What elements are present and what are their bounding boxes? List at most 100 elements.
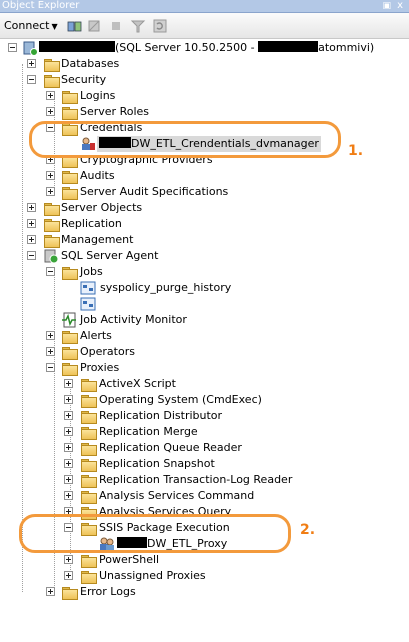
connect-label: Connect <box>4 19 50 32</box>
folder-icon <box>80 440 97 456</box>
tree-label: Server Objects <box>61 201 143 214</box>
annotation-label-1: 1. <box>348 143 364 159</box>
filter-icon[interactable] <box>130 18 146 34</box>
tree-label: Unassigned Proxies <box>99 569 206 582</box>
tree-node-jobs[interactable]: Jobs <box>0 264 409 280</box>
stop-icon[interactable] <box>108 18 124 34</box>
tree-label: Replication Snapshot <box>99 457 215 470</box>
tree-node-error-logs[interactable]: Error Logs <box>0 584 409 600</box>
tree-label: Databases <box>61 57 120 70</box>
folder-icon <box>43 232 60 248</box>
object-explorer-title-bar: Object Explorer ▣ x <box>0 0 409 13</box>
folder-icon <box>61 184 78 200</box>
folder-icon <box>80 472 97 488</box>
connect-db-icon[interactable] <box>66 18 82 34</box>
pin-icon[interactable]: ▣ <box>382 0 391 12</box>
tree-node-logins[interactable]: Logins <box>0 88 409 104</box>
tree-label: Alerts <box>80 329 112 342</box>
tree-label: Replication Queue Reader <box>99 441 242 454</box>
tree-label: SQL Server Agent <box>61 249 159 262</box>
tree-node-proxy-repl-queue[interactable]: Replication Queue Reader <box>0 440 409 456</box>
tree-label: ActiveX Script <box>99 377 176 390</box>
tree-node-replication[interactable]: Replication <box>0 216 409 232</box>
tree-node-server-roles[interactable]: Server Roles <box>0 104 409 120</box>
server-label: (SQL Server 10.50.2500 - <box>115 41 259 54</box>
activity-monitor-icon <box>62 312 76 328</box>
folder-icon <box>80 408 97 424</box>
folder-icon <box>61 584 78 600</box>
tree-label: Logins <box>80 89 116 102</box>
tree-node-job-item-empty[interactable] <box>0 296 409 312</box>
annotation-outline-2 <box>19 514 291 553</box>
tree-label: Jobs <box>80 265 103 278</box>
redacted-server-name <box>39 41 115 52</box>
sql-agent-icon <box>44 249 59 264</box>
folder-icon <box>80 424 97 440</box>
tree-node-security[interactable]: Security <box>0 72 409 88</box>
tree-node-job-item[interactable]: syspolicy_purge_history <box>0 280 409 296</box>
folder-icon <box>43 56 60 72</box>
tree-label: Analysis Services Command <box>99 489 255 502</box>
tree-label: Replication Transaction-Log Reader <box>99 473 293 486</box>
job-icon <box>80 281 96 295</box>
tree-label: Operating System (CmdExec) <box>99 393 262 406</box>
tree-node-server[interactable]: (SQL Server 10.50.2500 - atommivi) <box>0 40 409 56</box>
annotation-outline-1 <box>29 121 341 158</box>
tree-label: Security <box>61 73 107 86</box>
tree-node-proxy-repl-distributor[interactable]: Replication Distributor <box>0 408 409 424</box>
folder-icon <box>80 392 97 408</box>
folder-icon <box>43 200 60 216</box>
folder-icon <box>61 360 78 376</box>
tree-node-server-objects[interactable]: Server Objects <box>0 200 409 216</box>
tree-node-server-audit-specifications[interactable]: Server Audit Specifications <box>0 184 409 200</box>
tree-node-proxy-repl-txlog[interactable]: Replication Transaction-Log Reader <box>0 472 409 488</box>
tree-node-proxy-powershell[interactable]: PowerShell <box>0 552 409 568</box>
job-icon <box>80 297 96 311</box>
tree-label: Server Audit Specifications <box>80 185 229 198</box>
tree-node-databases[interactable]: Databases <box>0 56 409 72</box>
folder-icon <box>61 88 78 104</box>
tree-node-job-activity-monitor[interactable]: Job Activity Monitor <box>0 312 409 328</box>
tree-node-management[interactable]: Management <box>0 232 409 248</box>
folder-icon <box>61 264 78 280</box>
tree-node-unassigned-proxies[interactable]: Unassigned Proxies <box>0 568 409 584</box>
folder-icon <box>61 104 78 120</box>
folder-icon <box>80 568 97 584</box>
connect-button[interactable]: Connect ▼ <box>4 18 58 35</box>
tree-node-sql-server-agent[interactable]: SQL Server Agent <box>0 248 409 264</box>
folder-icon <box>61 168 78 184</box>
tree-label: PowerShell <box>99 553 160 566</box>
tree-label: Management <box>61 233 134 246</box>
disconnect-icon[interactable] <box>86 18 102 34</box>
tree-node-alerts[interactable]: Alerts <box>0 328 409 344</box>
chevron-down-icon: ▼ <box>51 22 58 31</box>
object-explorer-tree: (SQL Server 10.50.2500 - atommivi) Datab… <box>0 40 409 642</box>
folder-icon <box>80 552 97 568</box>
tree-node-operators[interactable]: Operators <box>0 344 409 360</box>
tree-label: syspolicy_purge_history <box>100 281 232 294</box>
server-icon <box>23 41 38 56</box>
folder-icon <box>80 376 97 392</box>
tree-label: Replication <box>61 217 122 230</box>
tree-node-proxy-as-command[interactable]: Analysis Services Command <box>0 488 409 504</box>
tree-label: Job Activity Monitor <box>80 313 187 326</box>
tree-node-audits[interactable]: Audits <box>0 168 409 184</box>
tree-node-proxy-os[interactable]: Operating System (CmdExec) <box>0 392 409 408</box>
close-icon[interactable]: x <box>397 0 403 12</box>
tree-label: Audits <box>80 169 115 182</box>
tree-label: Server Roles <box>80 105 150 118</box>
tree-label: Operators <box>80 345 135 358</box>
folder-icon <box>43 72 60 88</box>
tree-node-proxies[interactable]: Proxies <box>0 360 409 376</box>
refresh-icon[interactable] <box>152 18 168 34</box>
tree-node-proxy-activex[interactable]: ActiveX Script <box>0 376 409 392</box>
folder-icon <box>61 328 78 344</box>
window-title: Object Explorer <box>2 0 80 11</box>
redacted-host <box>258 41 319 52</box>
tree-node-proxy-repl-merge[interactable]: Replication Merge <box>0 424 409 440</box>
folder-icon <box>43 216 60 232</box>
tree-node-proxy-repl-snapshot[interactable]: Replication Snapshot <box>0 456 409 472</box>
tree-label: Proxies <box>80 361 120 374</box>
folder-icon <box>80 456 97 472</box>
folder-icon <box>61 344 78 360</box>
